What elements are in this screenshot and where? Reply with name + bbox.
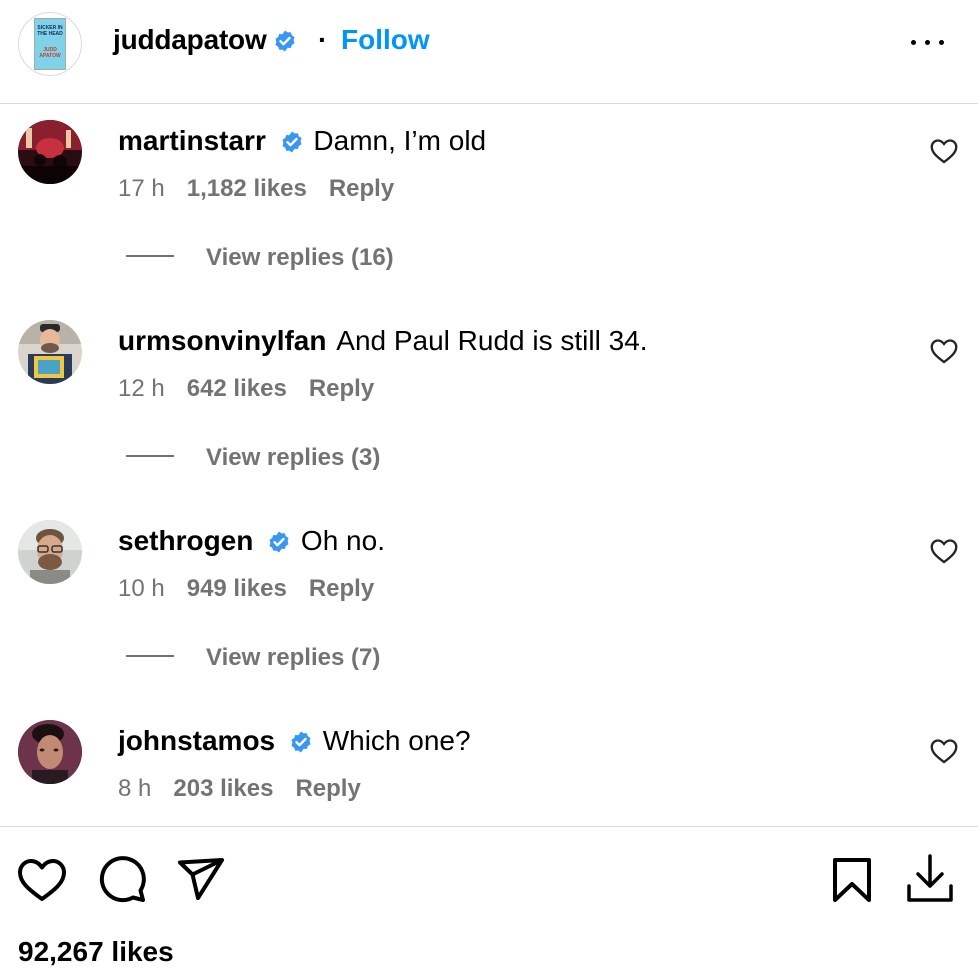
author-username-row[interactable]: juddapatow (113, 24, 297, 56)
view-replies-button[interactable]: View replies (3) (126, 444, 380, 472)
avatar[interactable] (18, 720, 82, 784)
comment-item: urmsonvinylfan And Paul Rudd is still 34… (0, 320, 978, 520)
comment-likes[interactable]: 203 likes (173, 775, 273, 802)
comment-time[interactable]: 12 h (118, 375, 165, 402)
avatar[interactable] (18, 120, 82, 184)
comment-time[interactable]: 8 h (118, 775, 151, 802)
avatar-image (18, 520, 82, 584)
comment-time[interactable]: 10 h (118, 575, 165, 602)
share-icon[interactable] (176, 852, 228, 908)
reply-button[interactable]: Reply (309, 575, 374, 602)
author-avatar[interactable]: SICKER IN THE HEAD JUDD APATOW (18, 12, 82, 76)
reply-button[interactable]: Reply (329, 175, 394, 202)
comment-text: Oh no. (300, 525, 385, 556)
comment-text: And Paul Rudd is still 34. (336, 325, 648, 356)
comment-likes[interactable]: 1,182 likes (187, 175, 307, 202)
save-icon[interactable] (826, 852, 878, 908)
comment-username[interactable]: sethrogen (118, 525, 253, 556)
comment-meta: 8 h 203 likes Reply (118, 775, 361, 803)
heart-outline-icon[interactable] (930, 138, 958, 164)
comment-meta: 10 h 949 likes Reply (118, 575, 374, 603)
avatar-image (18, 320, 82, 384)
comment-item: sethrogen Oh no. 10 h 949 likes Reply View… (0, 520, 978, 720)
download-icon[interactable] (904, 852, 956, 908)
view-replies-button[interactable]: View replies (7) (126, 644, 380, 672)
book-cover-image: SICKER IN THE HEAD JUDD APATOW (34, 18, 66, 70)
verified-badge-icon (291, 731, 311, 753)
replies-line (126, 455, 174, 457)
comment-meta: 17 h 1,182 likes Reply (118, 175, 394, 203)
verified-badge-icon (269, 531, 289, 553)
view-replies-label: View replies (7) (206, 644, 381, 671)
replies-line (126, 255, 174, 257)
heart-outline-icon[interactable] (930, 538, 958, 564)
author-username[interactable]: juddapatow (113, 24, 267, 55)
comment-username[interactable]: johnstamos (118, 725, 275, 756)
post-header: SICKER IN THE HEAD JUDD APATOW juddapato… (0, 0, 978, 104)
comment-text: Damn, I’m old (313, 125, 487, 156)
verified-badge-icon (282, 131, 302, 153)
verified-badge-icon (275, 30, 295, 52)
post-likes-count[interactable]: 92,267 likes (18, 936, 174, 968)
comment-body: sethrogen Oh no. (118, 525, 385, 557)
view-replies-button[interactable]: View replies (16) (126, 244, 394, 272)
view-replies-label: View replies (3) (206, 444, 381, 471)
comment-body: johnstamos Which one? (118, 725, 471, 757)
comment-body: urmsonvinylfan And Paul Rudd is still 34… (118, 325, 648, 357)
more-options-icon[interactable] (908, 30, 948, 54)
heart-outline-icon[interactable] (930, 738, 958, 764)
action-divider (0, 826, 978, 827)
book-author: JUDD APATOW (39, 47, 61, 59)
comment-username[interactable]: martinstarr (118, 125, 266, 156)
reply-button[interactable]: Reply (295, 775, 360, 802)
view-replies-label: View replies (16) (206, 244, 394, 271)
comment-item: martinstarr Damn, I’m old 17 h 1,182 like… (0, 120, 978, 320)
comment-meta: 12 h 642 likes Reply (118, 375, 374, 403)
replies-line (126, 655, 174, 657)
comment-likes[interactable]: 642 likes (187, 375, 287, 402)
avatar-image (18, 720, 82, 784)
comment-username[interactable]: urmsonvinylfan (118, 325, 326, 356)
comment-time[interactable]: 17 h (118, 175, 165, 202)
reply-button[interactable]: Reply (309, 375, 374, 402)
comment-likes[interactable]: 949 likes (187, 575, 287, 602)
like-icon[interactable] (16, 852, 68, 908)
avatar[interactable] (18, 320, 82, 384)
avatar[interactable] (18, 520, 82, 584)
follow-button[interactable]: Follow (341, 24, 430, 56)
avatar-image (18, 120, 82, 184)
separator-dot: · (318, 24, 328, 55)
comment-text: Which one? (322, 725, 471, 756)
comment-icon[interactable] (96, 852, 148, 908)
comment-body: martinstarr Damn, I’m old (118, 125, 486, 157)
heart-outline-icon[interactable] (930, 338, 958, 364)
book-title: SICKER IN THE HEAD (37, 25, 63, 37)
